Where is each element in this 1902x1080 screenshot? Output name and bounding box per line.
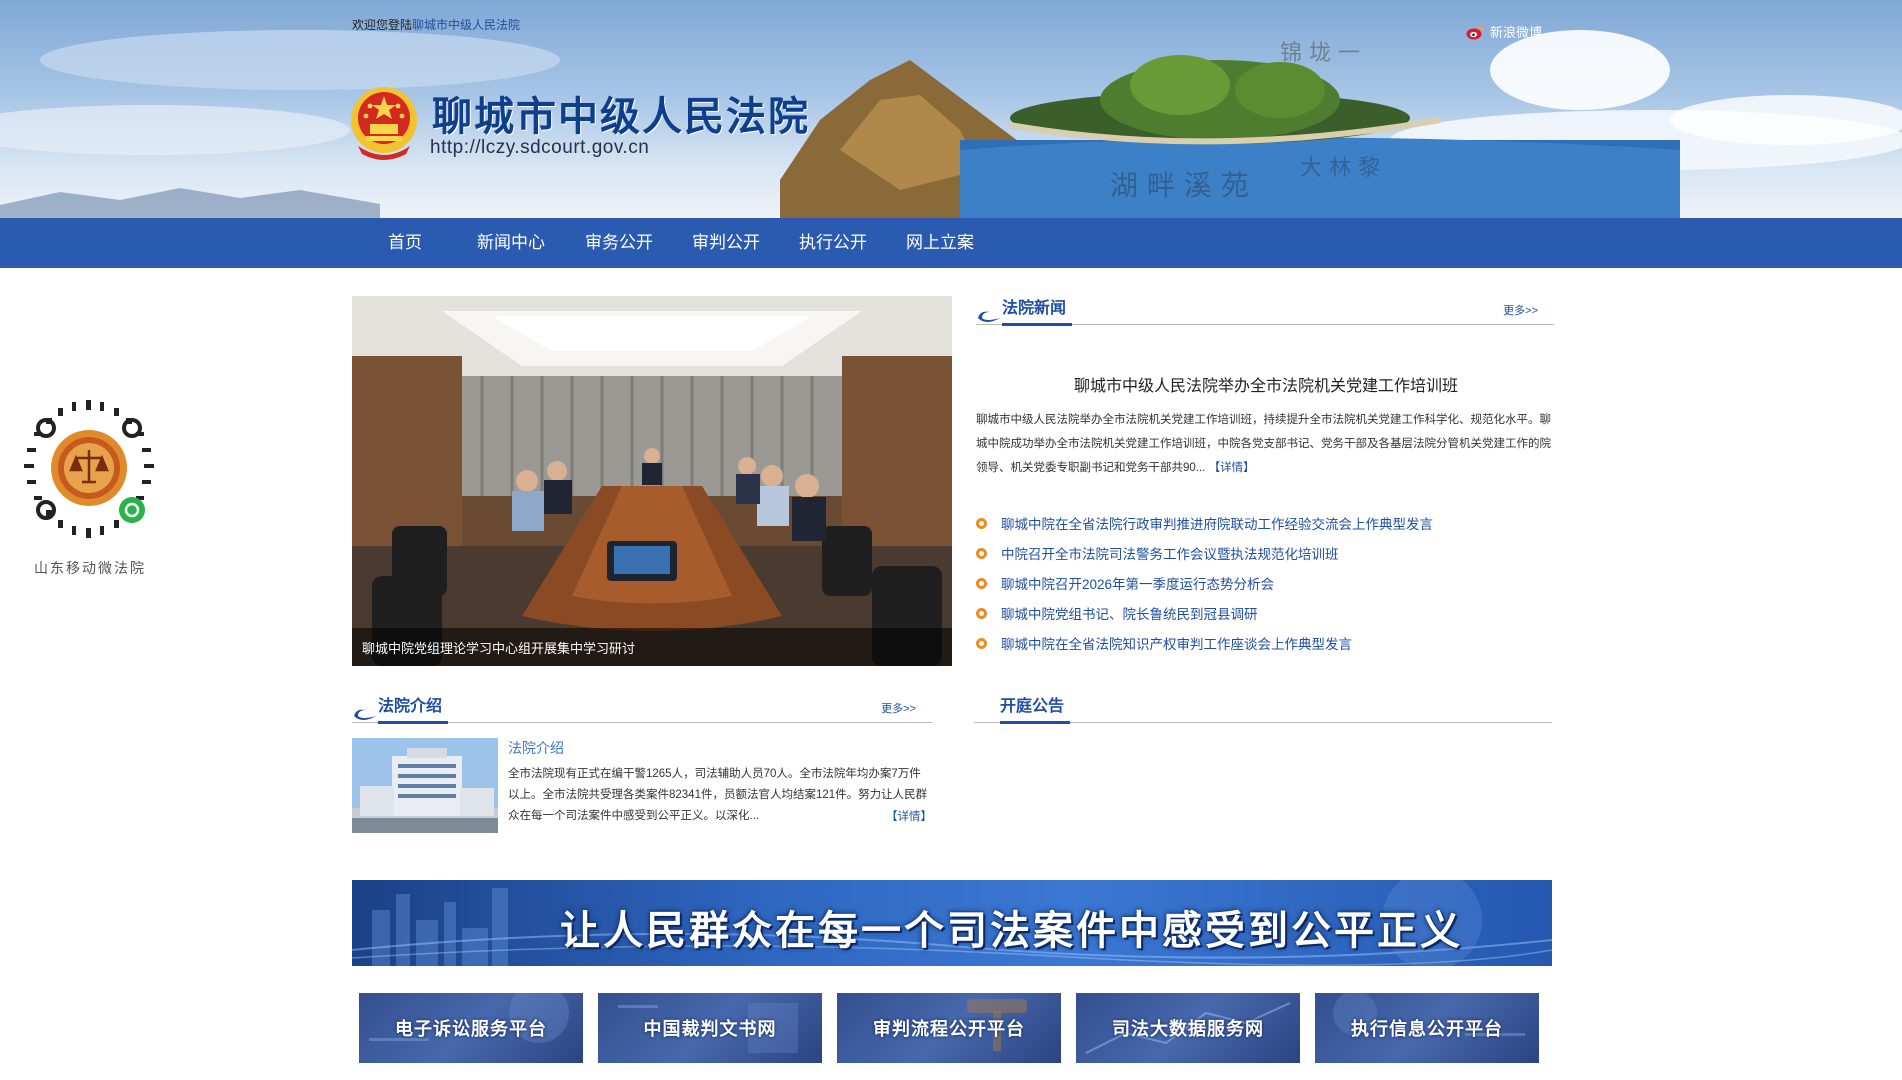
meeting-photo [352, 296, 952, 666]
platform-label: 中国裁判文书网 [643, 1019, 777, 1039]
justice-slogan-text: 让人民群众在每一个司法案件中感受到公平正义 [560, 908, 1463, 954]
platform-label: 司法大数据服务网 [1112, 1019, 1264, 1039]
court-intro-detail-link[interactable]: 【详情】 [886, 808, 932, 824]
list-item: 聊城中院在全省法院行政审判推进府院联动工作经验交流会上作典型发言 [976, 508, 1556, 538]
court-intro-title: 法院介绍 [378, 698, 443, 715]
news-slideshow[interactable]: 聊城中院党组理论学习中心组开展集中学习研讨 [352, 296, 952, 666]
news-link[interactable]: 聊城中院在全省法院知识产权审判工作座谈会上作典型发言 [1001, 633, 1352, 653]
platform-link-judgment-documents[interactable]: 中国裁判文书网 [598, 993, 822, 1063]
slideshow-caption-bar: 聊城中院党组理论学习中心组开展集中学习研讨 [352, 628, 952, 666]
court-intro-text: 全市法院现有正式在编干警1265人，司法辅助人员70人。全市法院年均办案7万件以… [508, 768, 928, 822]
svg-text:湖 畔 溪 苑: 湖 畔 溪 苑 [1110, 169, 1249, 202]
court-news-title: 法院新闻 [1002, 300, 1067, 317]
court-news-header: 法院新闻 更多>> [976, 294, 1554, 326]
welcome-text: 欢迎您登陆聊城市中级人民法院 [352, 16, 520, 33]
platform-link-judicial-big-data[interactable]: 司法大数据服务网 [1076, 993, 1300, 1063]
news-link[interactable]: 聊城中院在全省法院行政审判推进府院联动工作经验交流会上作典型发言 [1001, 513, 1433, 533]
court-intro-header: 法院介绍 更多>> [352, 692, 932, 724]
lake-island-scenery: 锦 垅 一 湖 畔 溪 苑 大 林 黎 [780, 0, 1902, 218]
featured-news-detail-link[interactable]: 【详情】 [1209, 462, 1255, 474]
platform-label: 审判流程公开平台 [873, 1019, 1025, 1039]
mini-program-qr-code[interactable] [16, 398, 162, 548]
weibo-label: 新浪微博 [1490, 25, 1543, 40]
list-item: 中院召开全市法院司法警务工作会议暨执法规范化培训班 [976, 538, 1556, 568]
bullet-icon [976, 607, 987, 619]
section-underline [1000, 721, 1070, 724]
hearing-announcement-header: 开庭公告 [974, 692, 1552, 724]
list-item: 聊城中院党组书记、院长鲁统民到冠县调研 [976, 598, 1556, 628]
news-link[interactable]: 聊城中院党组书记、院长鲁统民到冠县调研 [1001, 603, 1258, 623]
court-news-list: 聊城中院在全省法院行政审判推进府院联动工作经验交流会上作典型发言 中院召开全市法… [976, 508, 1556, 658]
welcome-prefix: 欢迎您登陆 [352, 18, 413, 32]
justice-slogan-banner[interactable]: 让人民群众在每一个司法案件中感受到公平正义 [352, 880, 1552, 966]
nav-item-news-center[interactable]: 新闻中心 [477, 218, 545, 268]
nav-item-online-filing[interactable]: 网上立案 [906, 218, 974, 268]
section-underline [378, 721, 448, 724]
section-swoosh-icon [354, 709, 376, 720]
news-link[interactable]: 中院召开全市法院司法警务工作会议暨执法规范化培训班 [1001, 543, 1339, 563]
featured-news-summary: 聊城市中级人民法院举办全市法院机关党建工作培训班，持续提升全市法院机关党建工作科… [976, 408, 1554, 480]
court-building-photo[interactable] [352, 738, 498, 833]
list-item: 聊城中院召开2026年第一季度运行态势分析会 [976, 568, 1556, 598]
section-underline [1002, 323, 1072, 326]
platform-link-enforcement-info[interactable]: 执行信息公开平台 [1315, 993, 1539, 1063]
section-swoosh-icon [978, 311, 1000, 322]
slideshow-caption[interactable]: 聊城中院党组理论学习中心组开展集中学习研讨 [362, 638, 635, 657]
featured-news-summary-text: 聊城市中级人民法院举办全市法院机关党建工作培训班，持续提升全市法院机关党建工作科… [976, 414, 1551, 474]
bullet-icon [976, 547, 987, 559]
qr-code-label: 山东移动微法院 [34, 560, 146, 576]
nav-item-home[interactable]: 首页 [388, 218, 422, 268]
nav-item-trial-disclosure[interactable]: 审判公开 [692, 218, 760, 268]
nav-item-court-affairs[interactable]: 审务公开 [585, 218, 653, 268]
bullet-icon [976, 577, 987, 589]
welcome-site-link[interactable]: 聊城市中级人民法院 [412, 18, 520, 32]
nav-item-enforcement-disclosure[interactable]: 执行公开 [799, 218, 867, 268]
platform-link-e-litigation[interactable]: 电子诉讼服务平台 [359, 993, 583, 1063]
bullet-icon [976, 637, 987, 649]
svg-text:锦 垅 一: 锦 垅 一 [1280, 41, 1360, 66]
court-intro-more-link[interactable]: 更多>> [881, 700, 916, 716]
weibo-icon [1466, 24, 1484, 39]
hearing-announcement-title: 开庭公告 [1000, 698, 1065, 715]
news-link[interactable]: 聊城中院召开2026年第一季度运行态势分析会 [1001, 573, 1274, 593]
weibo-link[interactable]: 新浪微博 [1466, 22, 1542, 41]
main-nav: 首页 新闻中心 审务公开 审判公开 执行公开 网上立案 [0, 218, 1902, 268]
site-header: 锦 垅 一 湖 畔 溪 苑 大 林 黎 欢迎您登陆聊城市中级人民法院 新浪微博 … [0, 0, 1902, 218]
court-url: http://lczy.sdcourt.gov.cn [430, 137, 650, 158]
platform-link-trial-process[interactable]: 审判流程公开平台 [837, 993, 1061, 1063]
platform-label: 电子诉讼服务平台 [395, 1019, 547, 1039]
svg-text:大 林 黎: 大 林 黎 [1300, 156, 1380, 181]
list-item: 聊城中院在全省法院知识产权审判工作座谈会上作典型发言 [976, 628, 1556, 658]
court-news-more-link[interactable]: 更多>> [1503, 302, 1538, 318]
court-intro-item-title[interactable]: 法院介绍 [508, 738, 564, 758]
bullet-icon [976, 517, 987, 529]
featured-news-headline[interactable]: 聊城市中级人民法院举办全市法院机关党建工作培训班 [976, 372, 1556, 396]
court-name-logo: 聊城市中级人民法院 [432, 94, 810, 140]
national-emblem-icon [351, 87, 417, 160]
platform-label: 执行信息公开平台 [1351, 1019, 1503, 1039]
